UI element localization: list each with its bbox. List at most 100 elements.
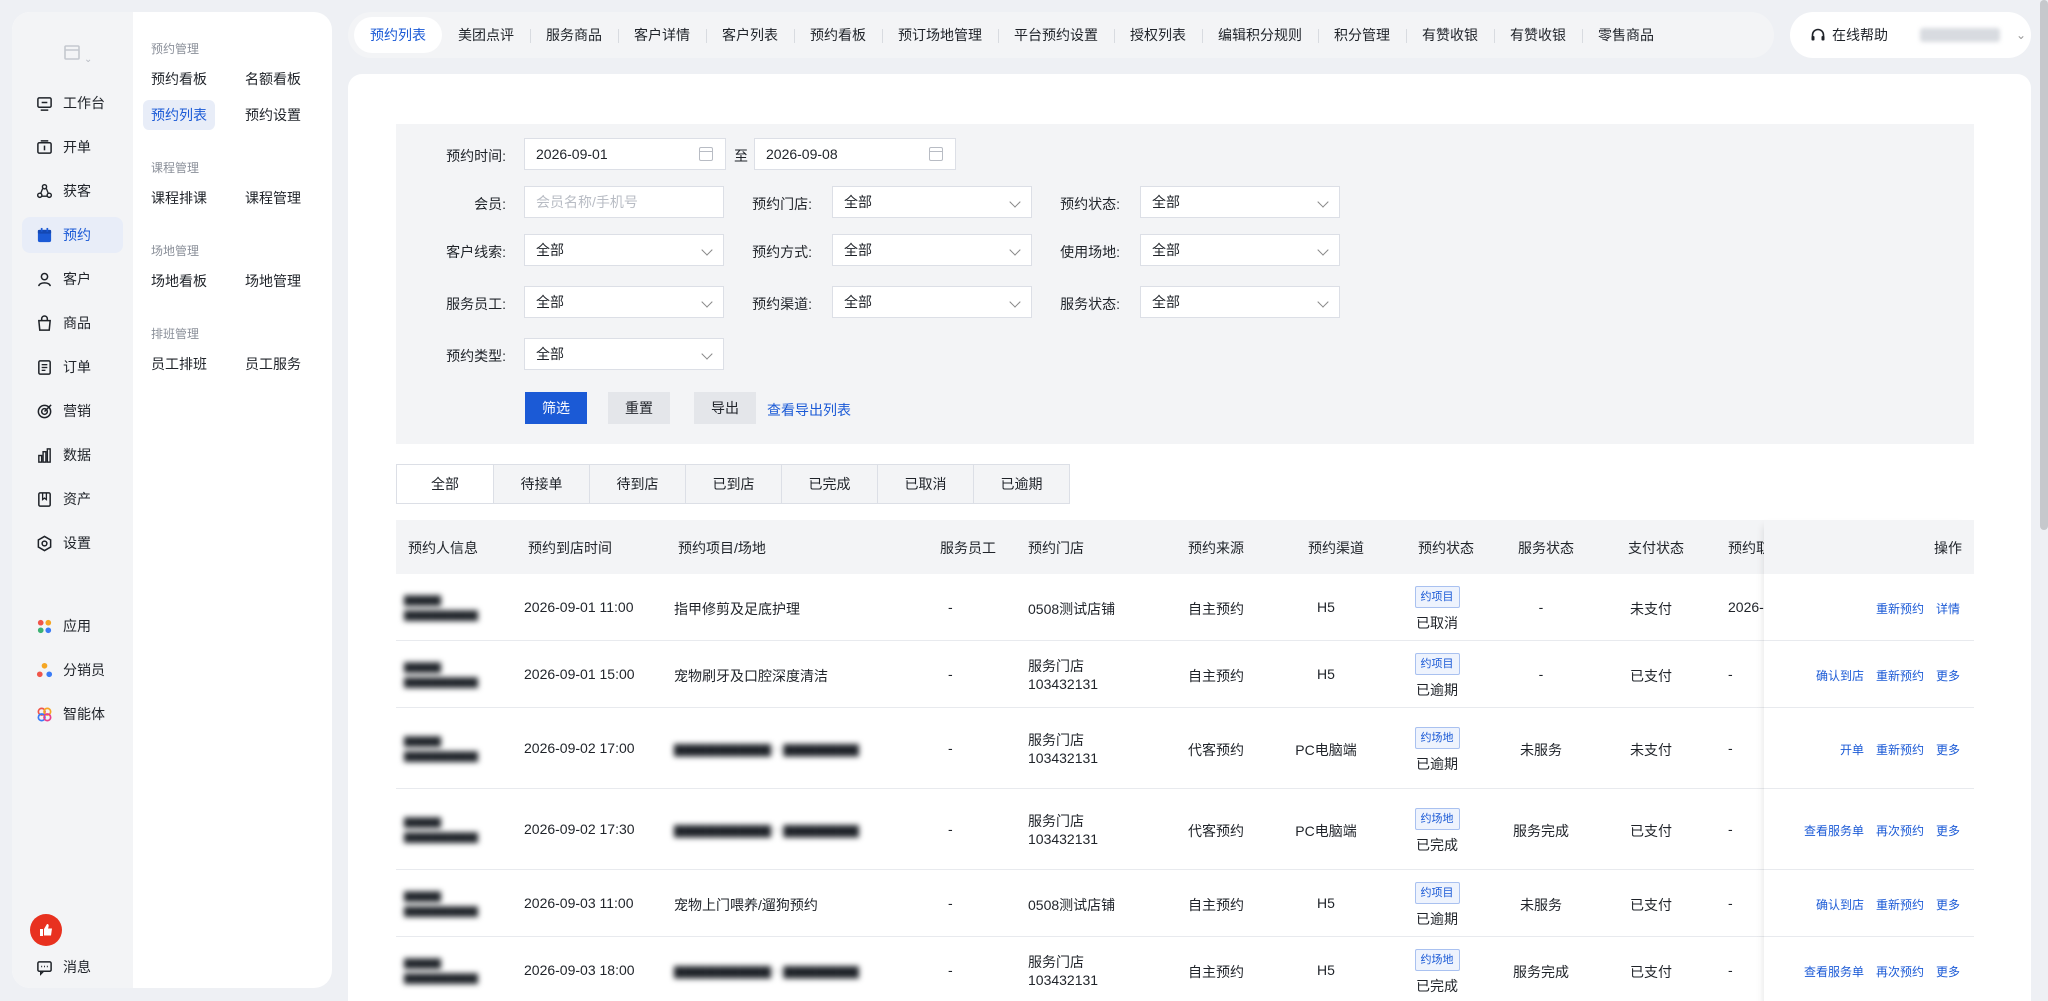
nav-item-label: 预约 [63,227,91,243]
submenu-item-course-management[interactable]: 课程管理 [237,183,309,213]
member-search-input[interactable]: 会员名称/手机号 [524,186,724,218]
service-staff-select[interactable]: 全部 [524,286,724,318]
chevron-down-icon[interactable]: ⌄ [2016,28,2026,42]
booking-status-select[interactable]: 全部 [1140,186,1340,218]
nav-item-settings[interactable]: 设置 [22,525,123,561]
filter-label: 服务员工: [446,296,506,312]
reset-button[interactable]: 重置 [608,392,670,424]
nav-item-agent[interactable]: 智能体 [22,696,123,732]
submenu-item-venue-board[interactable]: 场地看板 [143,266,215,296]
nav-item-label: 资产 [63,491,91,507]
export-button[interactable]: 导出 [694,392,756,424]
nav-item-order[interactable]: 订单 [22,349,123,385]
row-action-link[interactable]: 重新预约 [1876,600,1924,617]
online-help-link[interactable]: 在线帮助 [1832,25,1888,45]
tab-retail-products[interactable]: 零售商品 [1582,17,1670,53]
submenu-item-quota-board[interactable]: 名额看板 [237,64,309,94]
date-from-input[interactable]: 2026-09-01 [524,138,726,170]
row-action-link[interactable]: 更多 [1936,963,1960,980]
customer-lead-select[interactable]: 全部 [524,234,724,266]
store-select[interactable]: 全部 [832,186,1032,218]
row-action-link[interactable]: 重新预约 [1876,741,1924,758]
venue-select[interactable]: 全部 [1140,234,1340,266]
row-action-link[interactable]: 更多 [1936,896,1960,913]
nav-item-acquire[interactable]: 获客 [22,173,123,209]
date-to-input[interactable]: 2026-09-08 [754,138,956,170]
tab-service-products[interactable]: 服务商品 [530,17,618,53]
row-action-link[interactable]: 开单 [1840,741,1864,758]
tab-booking-list[interactable]: 预约列表 [354,17,442,53]
filter-button[interactable]: 筛选 [525,392,587,424]
nav-item-marketing[interactable]: 营销 [22,393,123,429]
nav-item-workbench[interactable]: 工作台 [22,85,123,121]
submenu-item-course-schedule[interactable]: 课程排课 [143,183,215,213]
submenu-item-booking-settings[interactable]: 预约设置 [237,100,309,130]
row-action-link[interactable]: 查看服务单 [1804,822,1864,839]
booking-channel-select[interactable]: 全部 [832,286,1032,318]
row-action-link[interactable]: 重新预约 [1876,896,1924,913]
row-action-links: 重新预约 详情 [1876,600,1960,617]
nav-item-messages[interactable]: 消息 [22,949,123,985]
nav-item-assets[interactable]: 资产 [22,481,123,517]
tab-youzan-cashier[interactable]: 有赞收银 [1406,17,1494,53]
submenu-item-staff-service[interactable]: 员工服务 [237,349,309,379]
row-action-link[interactable]: 查看服务单 [1804,963,1864,980]
nav-item-apps[interactable]: 应用 [22,608,123,644]
nav-item-data[interactable]: 数据 [22,437,123,473]
view-export-list-link[interactable]: 查看导出列表 [767,400,851,420]
nav-item-label: 智能体 [63,706,105,722]
submenu-item-booking-list[interactable]: 预约列表 [143,100,215,130]
user-account-menu[interactable] [1920,28,2000,42]
submenu-item-booking-board[interactable]: 预约看板 [143,64,215,94]
payment-status-cell: 已支付 [1630,822,1672,839]
row-action-link[interactable]: 再次预约 [1876,822,1924,839]
nav-item-distributor[interactable]: 分销员 [22,652,123,688]
nav-item-label: 应用 [63,618,91,634]
booking-time-cell: 2026-09-03 18:00 [524,961,635,978]
status-tab-cancelled[interactable]: 已取消 [877,465,973,503]
status-tab-overdue[interactable]: 已逾期 [973,465,1069,503]
nav-item-booking[interactable]: 预约 [22,217,123,253]
submenu-item-staff-schedule[interactable]: 员工排班 [143,349,215,379]
row-action-link[interactable]: 确认到店 [1816,896,1864,913]
booking-item-cell: 宠物刷牙及口腔深度清洁 [674,667,828,684]
tab-customer-list[interactable]: 客户列表 [706,17,794,53]
row-action-link[interactable]: 更多 [1936,822,1960,839]
row-action-link[interactable]: 再次预约 [1876,963,1924,980]
tab-youzan-cashier-2[interactable]: 有赞收银 [1494,17,1582,53]
status-tab-all[interactable]: 全部 [397,465,493,503]
status-tab-completed[interactable]: 已完成 [781,465,877,503]
tab-booking-board[interactable]: 预约看板 [794,17,882,53]
tab-edit-points-rules[interactable]: 编辑积分规则 [1202,17,1318,53]
tab-authorization-list[interactable]: 授权列表 [1114,17,1202,53]
tab-platform-booking-settings[interactable]: 平台预约设置 [998,17,1114,53]
row-action-link[interactable]: 更多 [1936,667,1960,684]
booking-type-select[interactable]: 全部 [524,338,724,370]
row-action-link[interactable]: 确认到店 [1816,667,1864,684]
nav-item-customer[interactable]: 客户 [22,261,123,297]
row-action-link[interactable]: 更多 [1936,741,1960,758]
calendar-icon [37,227,52,242]
tab-customer-detail[interactable]: 客户详情 [618,17,706,53]
nav-item-billing[interactable]: 开单 [22,129,123,165]
booking-status-cell: 约项目 已逾期 [1402,881,1472,928]
tab-meituan-reviews[interactable]: 美团点评 [442,17,530,53]
store-logo-icon[interactable]: ⌄ [62,42,102,72]
nav-item-product[interactable]: 商品 [22,305,123,341]
booking-channel-cell: H5 [1317,894,1335,911]
status-tab-pending-arrival[interactable]: 待到店 [589,465,685,503]
table-row: ▆▆▆▆ ▆▆▆▆▆▆▆▆ 2026-09-02 17:00 ▆▆▆▆▆▆▆▆▆ · … [396,708,1764,789]
page-scrollbar[interactable] [2040,0,2048,530]
row-action-link[interactable]: 重新预约 [1876,667,1924,684]
submenu-item-venue-management[interactable]: 场地管理 [237,266,309,296]
tab-points-management[interactable]: 积分管理 [1318,17,1406,53]
tab-venue-booking-management[interactable]: 预订场地管理 [882,17,998,53]
booking-item-cell: ▆▆▆▆▆▆▆▆▆ · ▆▆▆▆▆▆▆ [674,820,859,837]
chevron-down-icon [1317,244,1329,256]
like-badge-icon[interactable] [30,914,62,946]
row-action-link[interactable]: 详情 [1936,600,1960,617]
booking-method-select[interactable]: 全部 [832,234,1032,266]
status-tab-arrived[interactable]: 已到店 [685,465,781,503]
status-tab-pending-accept[interactable]: 待接单 [493,465,589,503]
service-status-select[interactable]: 全部 [1140,286,1340,318]
